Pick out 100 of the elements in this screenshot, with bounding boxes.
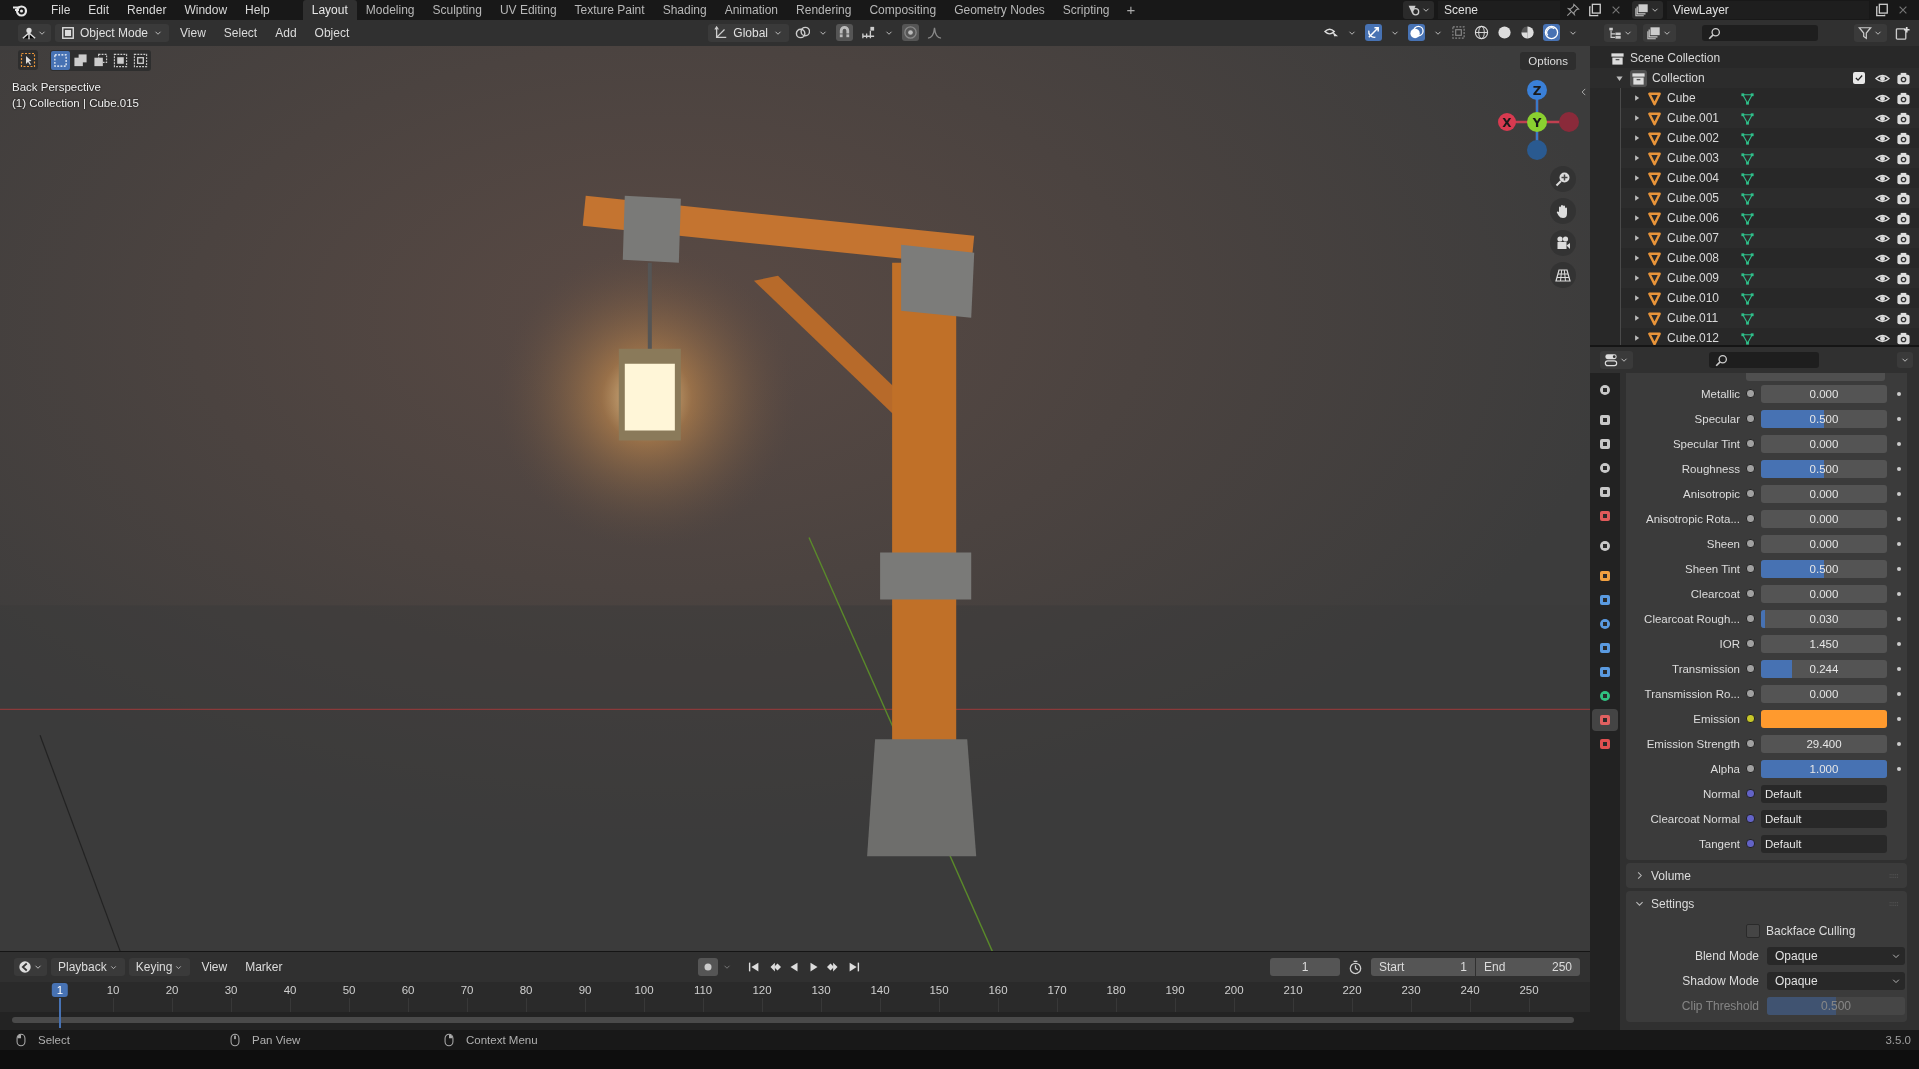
view-layer-selector[interactable] (1632, 1, 1663, 19)
menu-item[interactable]: Edit (79, 0, 119, 20)
object-name[interactable]: Cube.003 (1667, 151, 1735, 165)
object-name[interactable]: Cube.009 (1667, 271, 1735, 285)
solid-shading-icon[interactable] (1497, 25, 1512, 41)
mesh-icon[interactable] (1740, 190, 1755, 206)
socket-icon[interactable] (1746, 689, 1755, 698)
orientation-dropdown[interactable]: Global (708, 24, 789, 42)
mesh-icon[interactable] (1740, 90, 1755, 106)
workspace-tab[interactable]: Shading (653, 0, 716, 20)
socket-icon[interactable] (1746, 439, 1755, 448)
camera-icon[interactable] (1896, 190, 1911, 206)
camera-icon[interactable] (1896, 290, 1911, 306)
scene-selector[interactable] (1403, 1, 1434, 19)
keyframe-dot-icon[interactable] (1897, 766, 1901, 771)
material-shading-icon[interactable] (1520, 25, 1535, 41)
panel-header[interactable]: Volume (1626, 863, 1907, 888)
keyframe-dot-icon[interactable] (1897, 541, 1901, 546)
pin-icon[interactable] (1566, 3, 1580, 17)
camera-icon[interactable] (1896, 150, 1911, 166)
search-field[interactable] (1709, 352, 1819, 368)
copy-icon[interactable] (1588, 3, 1602, 17)
keyframe-dot-icon[interactable] (1897, 666, 1901, 671)
gizmo-toggle-icon[interactable] (1365, 24, 1382, 42)
mesh-icon[interactable] (1740, 330, 1755, 345)
socket-icon[interactable] (1746, 589, 1755, 598)
scene-name-field[interactable]: Scene (1438, 1, 1560, 19)
stopwatch-icon[interactable] (1348, 959, 1363, 975)
mesh-icon[interactable] (1740, 170, 1755, 186)
mesh-icon[interactable] (1740, 210, 1755, 226)
keyframe-dot-icon[interactable] (1897, 416, 1901, 421)
value-slider[interactable]: 0.000 (1761, 384, 1887, 403)
camera-icon[interactable] (1896, 110, 1911, 126)
value-slider[interactable]: 0.000 (1761, 534, 1887, 553)
include-checkbox[interactable] (1853, 72, 1865, 84)
view-layer-name-field[interactable]: ViewLayer (1667, 1, 1869, 19)
camera-icon[interactable] (1896, 310, 1911, 326)
start-frame-field[interactable]: Start 1 (1371, 958, 1475, 977)
camera-icon[interactable] (1896, 90, 1911, 106)
close-icon[interactable] (1897, 4, 1909, 16)
x-ray-icon[interactable] (1451, 25, 1466, 41)
copy-icon[interactable] (1875, 3, 1889, 17)
keyframe-dot-icon[interactable] (1897, 616, 1901, 621)
socket-icon[interactable] (1746, 664, 1755, 673)
object-name[interactable]: Cube.012 (1667, 331, 1735, 345)
mode-dropdown[interactable]: Object Mode (55, 24, 170, 42)
value-slider[interactable]: 0.500 (1761, 409, 1887, 428)
add-workspace-button[interactable]: + (1118, 0, 1144, 20)
input-link-field[interactable]: Default (1761, 809, 1887, 828)
socket-icon[interactable] (1746, 639, 1755, 648)
workspace-tab[interactable]: Geometry Nodes (945, 0, 1054, 20)
camera-icon[interactable] (1896, 70, 1911, 86)
camera-icon[interactable] (1896, 330, 1911, 345)
value-slider[interactable]: 0.000 (1761, 434, 1887, 453)
object-name[interactable]: Cube (1667, 91, 1735, 105)
keyframe-dot-icon[interactable] (1897, 516, 1901, 521)
input-link-field[interactable]: Default (1761, 784, 1887, 803)
object-name[interactable]: Cube.011 (1667, 311, 1735, 325)
properties-tab-icon[interactable] (1592, 709, 1618, 731)
menu-item[interactable]: Keying (128, 958, 191, 977)
value-slider[interactable]: 0.030 (1761, 609, 1887, 628)
socket-icon[interactable] (1746, 739, 1755, 748)
value-slider[interactable]: 0.000 (1761, 584, 1887, 603)
object-name[interactable]: Cube.001 (1667, 111, 1735, 125)
keyframe-dot-icon[interactable] (1897, 591, 1901, 596)
mesh-icon[interactable] (1740, 110, 1755, 126)
keyframe-dot-icon[interactable] (1897, 491, 1901, 496)
magnet-icon[interactable] (836, 24, 853, 42)
object-name[interactable]: Cube.002 (1667, 131, 1735, 145)
scrollbar[interactable] (12, 1017, 1574, 1024)
mesh-icon[interactable] (1740, 150, 1755, 166)
mesh-icon[interactable] (1740, 250, 1755, 266)
socket-icon[interactable] (1746, 414, 1755, 423)
camera-icon[interactable] (1896, 130, 1911, 146)
camera-icon[interactable] (1896, 250, 1911, 266)
wireframe-shading-icon[interactable] (1474, 25, 1489, 41)
object-name[interactable]: Cube.010 (1667, 291, 1735, 305)
menu-item[interactable]: Window (175, 0, 237, 20)
editor-type-button[interactable] (18, 24, 51, 42)
keyframe-dot-icon[interactable] (1897, 391, 1901, 396)
menu-item[interactable]: File (42, 0, 80, 20)
selection-mode-icon[interactable] (51, 50, 70, 70)
workspace-tab[interactable]: Sculpting (423, 0, 491, 20)
playhead-frame[interactable]: 1 (51, 983, 69, 998)
workspace-tab[interactable]: Animation (715, 0, 788, 20)
editor-type-button[interactable] (1604, 24, 1637, 42)
filter-button[interactable] (1854, 24, 1887, 42)
collection-name[interactable]: Scene Collection (1630, 51, 1721, 65)
checkbox[interactable] (1746, 923, 1760, 938)
value-slider[interactable]: 0.000 (1761, 484, 1887, 503)
value-slider[interactable]: 0.000 (1761, 509, 1887, 528)
workspace-tab[interactable]: Rendering (787, 0, 861, 20)
object-name[interactable]: Cube.006 (1667, 211, 1735, 225)
current-frame-field[interactable]: 1 (1270, 958, 1340, 977)
overlay-toggle-icon[interactable] (1408, 24, 1425, 42)
value-slider[interactable]: 0.244 (1761, 659, 1887, 678)
socket-icon[interactable] (1746, 389, 1755, 398)
workspace-tab[interactable]: UV Editing (490, 0, 566, 20)
workspace-tab[interactable]: Scripting (1053, 0, 1119, 20)
socket-icon[interactable] (1746, 489, 1755, 498)
